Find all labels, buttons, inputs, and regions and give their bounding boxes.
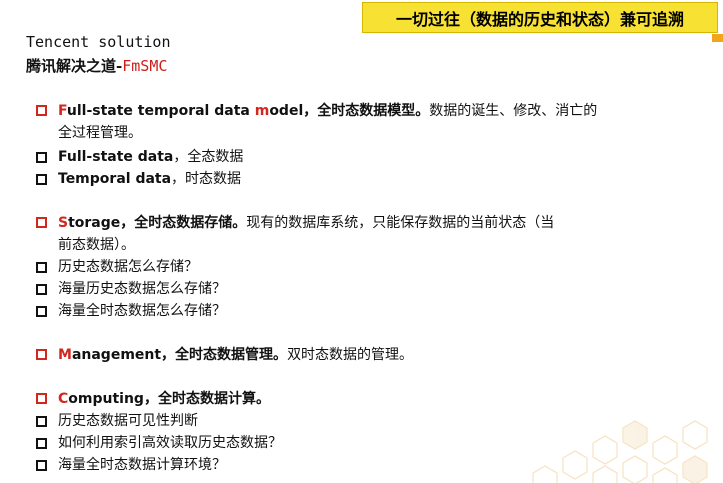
black-square-bullet-icon [36,152,47,163]
section-model: Full-state temporal data model，全时态数据模型。数… [36,100,597,144]
black-square-bullet-icon [36,306,47,317]
banner: 一切过往（数据的历史和状态）兼可追溯 [362,2,718,33]
red-square-bullet-icon [36,217,47,228]
red-square-bullet-icon [36,393,47,404]
sub-item: Full-state data，全态数据 [0,146,243,168]
storage-desc: 现有的数据库系统，只能保存数据的当前状态（当 [246,215,555,231]
black-square-bullet-icon [36,262,47,273]
black-square-bullet-icon [36,460,47,471]
red-square-bullet-icon [36,105,47,116]
bullet-computing: Computing，全时态数据计算。 [36,388,270,410]
management-desc: 双时态数据的管理。 [287,347,414,363]
sub-item: 如何利用索引高效读取历史态数据？ [0,432,282,454]
model-desc: 数据的诞生、修改、消亡的 [429,103,598,119]
section-computing: Computing，全时态数据计算。 [36,388,270,410]
title-red: FmSMC [122,57,168,75]
model-heading: Full-state temporal data model，全时态数据模型。 [58,103,430,119]
computing-heading: Computing，全时态数据计算。 [58,391,270,407]
bullet-model: Full-state temporal data model，全时态数据模型。数… [36,100,597,122]
sub-item: 海量全时态数据计算环境？ [0,454,282,476]
hexagon-decoration-icon [532,420,708,483]
bullet-management: Management，全时态数据管理。双时态数据的管理。 [36,344,413,366]
sub-item: 历史态数据怎么存储？ [0,256,226,278]
storage-subs: 历史态数据怎么存储？ 海量历史态数据怎么存储？ 海量全时态数据怎么存储？ [36,256,226,322]
title-cn: 腾讯解决之道- [26,57,123,75]
storage-desc-cont: 前态数据）。 [58,237,135,253]
black-square-bullet-icon [36,174,47,185]
model-desc-cont: 全过程管理。 [58,125,142,141]
storage-heading: Storage，全时态数据存储。 [58,215,247,231]
sub-item: 历史态数据可见性判断 [0,410,282,432]
computing-subs: 历史态数据可见性判断 如何利用索引高效读取历史态数据？ 海量全时态数据计算环境？ [36,410,282,476]
red-square-bullet-icon [36,349,47,360]
black-square-bullet-icon [36,438,47,449]
section-storage: Storage，全时态数据存储。现有的数据库系统，只能保存数据的当前状态（当 前… [36,212,554,256]
title-line-1: Tencent solution [26,33,171,51]
corner-accent [712,34,723,42]
sub-item: 海量全时态数据怎么存储？ [0,300,226,322]
sub-item: Temporal data，时态数据 [0,168,243,190]
title-line-2: 腾讯解决之道-FmSMC [26,55,167,76]
management-heading: Management，全时态数据管理。 [58,347,288,363]
black-square-bullet-icon [36,416,47,427]
model-subs: Full-state data，全态数据 Temporal data，时态数据 [36,146,243,190]
black-square-bullet-icon [36,284,47,295]
bullet-storage: Storage，全时态数据存储。现有的数据库系统，只能保存数据的当前状态（当 [36,212,554,234]
section-management: Management，全时态数据管理。双时态数据的管理。 [36,344,413,366]
sub-item: 海量历史态数据怎么存储？ [0,278,226,300]
